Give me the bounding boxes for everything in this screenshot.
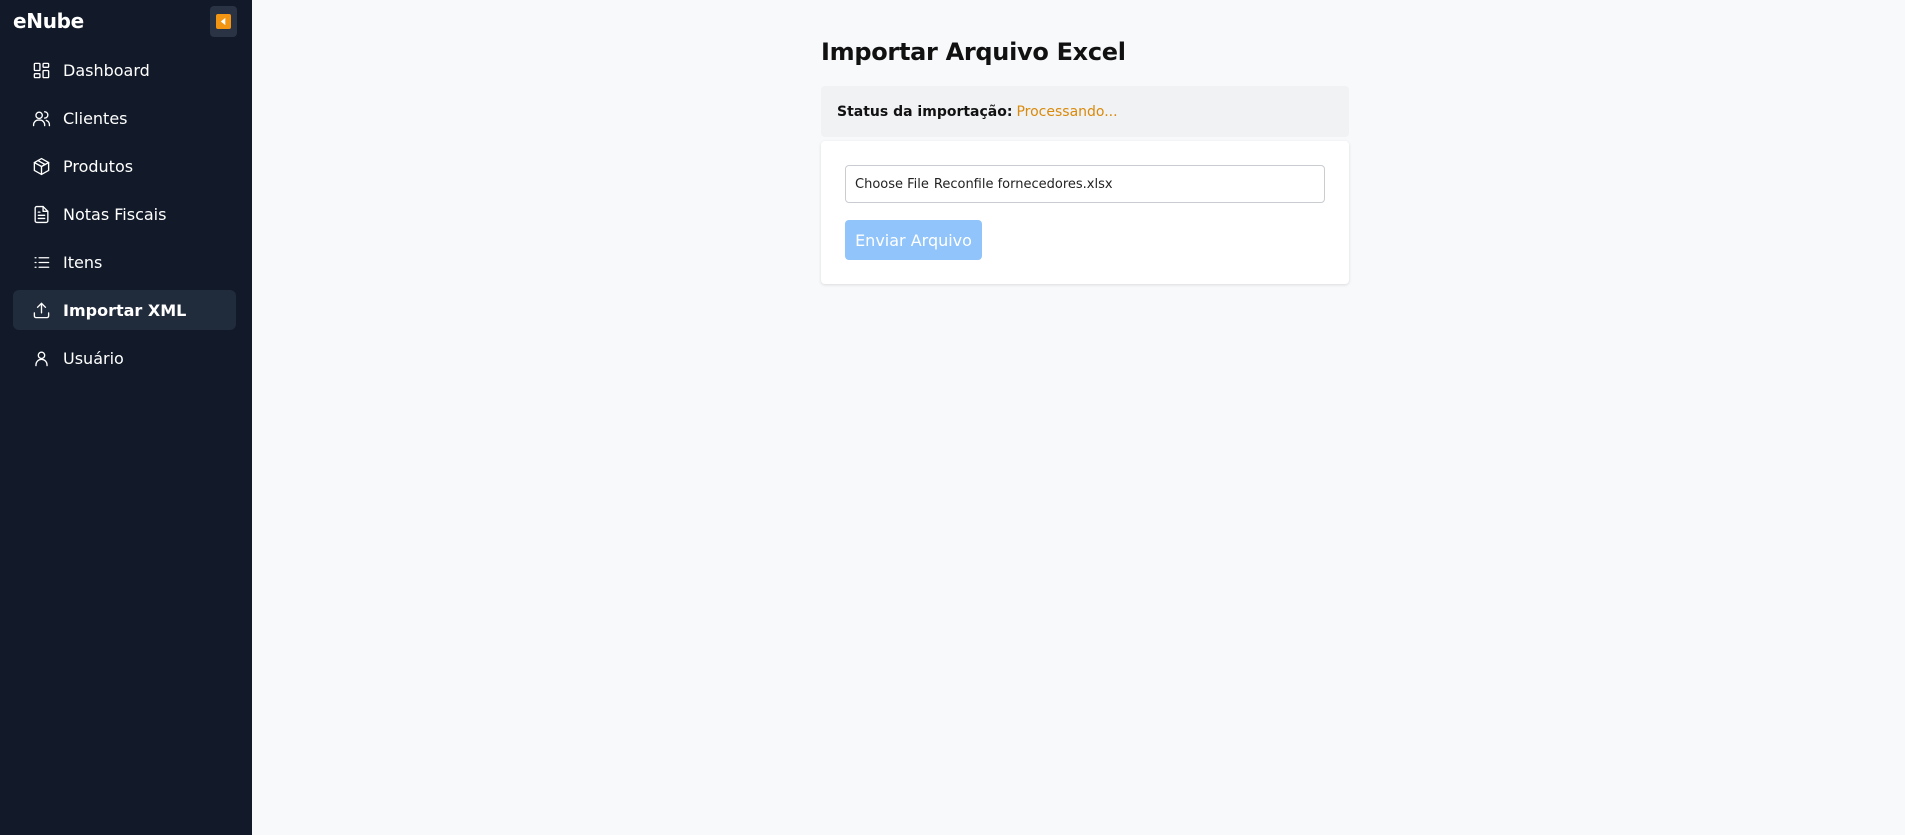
upload-icon [31,300,51,320]
page-title: Importar Arquivo Excel [821,38,1126,66]
sidebar-item-label: Notas Fiscais [63,204,167,224]
package-icon [31,156,51,176]
sidebar-item-label: Clientes [63,108,128,128]
sidebar-nav: Dashboard Clientes Produtos Notas Fiscai… [13,50,236,378]
sidebar-item-label: Usuário [63,348,124,368]
sidebar-item-notas-fiscais[interactable]: Notas Fiscais [13,194,236,234]
sidebar-item-label: Produtos [63,156,134,176]
sidebar-item-usuario[interactable]: Usuário [13,338,236,378]
sidebar-item-importar-xml[interactable]: Importar XML [13,290,236,330]
main-content: Importar Arquivo Excel Status da importa… [252,0,1905,835]
sidebar-item-produtos[interactable]: Produtos [13,146,236,186]
selected-file-name: Reconfile fornecedores.xlsx [933,176,1113,192]
sidebar: eNube Dashboard Clientes Produtos Notas … [0,0,252,835]
sidebar-item-itens[interactable]: Itens [13,242,236,282]
app-root: eNube Dashboard Clientes Produtos Notas … [0,0,1905,835]
users-icon [31,108,51,128]
status-value: Processando... [1016,103,1118,120]
caret-left-icon [216,13,231,29]
user-icon [31,348,51,368]
sidebar-item-label: Itens [63,252,103,272]
sidebar-item-dashboard[interactable]: Dashboard [13,50,236,90]
list-icon [31,252,51,272]
sidebar-item-label: Dashboard [63,60,150,80]
file-input[interactable]: Choose File Reconfile fornecedores.xlsx [845,165,1325,203]
brand-logo: eNube [13,9,84,33]
sidebar-item-clientes[interactable]: Clientes [13,98,236,138]
import-panel: Importar Arquivo Excel Status da importa… [821,36,1349,284]
choose-file-button[interactable]: Choose File [855,177,929,192]
import-status-bar: Status da importação: Processando... [821,86,1349,137]
status-label: Status da importação: [837,103,1013,120]
sidebar-item-label: Importar XML [63,300,187,320]
sidebar-header: eNube [13,0,237,42]
upload-card: Choose File Reconfile fornecedores.xlsx … [821,141,1349,284]
collapse-sidebar-button[interactable] [210,5,237,37]
send-file-button[interactable]: Enviar Arquivo [845,220,982,260]
grid-icon [31,60,51,80]
document-icon [31,204,51,224]
